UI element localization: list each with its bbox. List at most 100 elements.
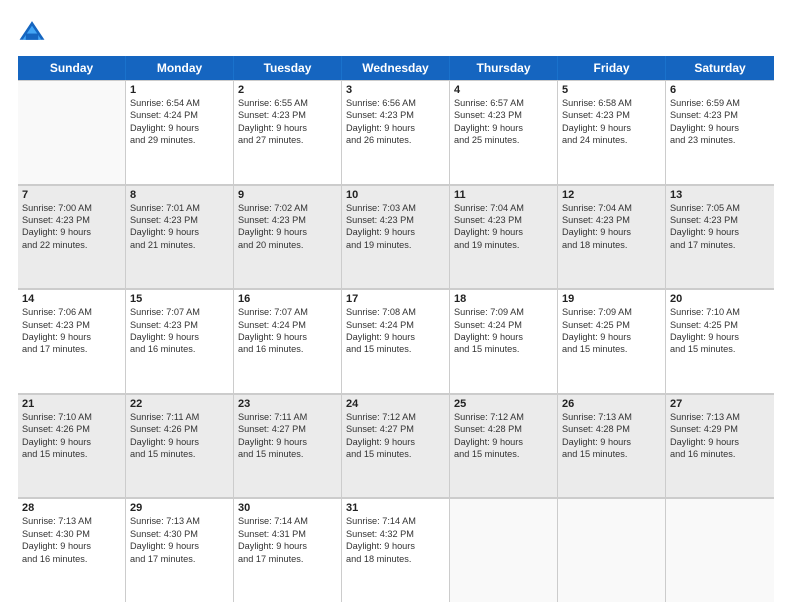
calendar-week-row: 21Sunrise: 7:10 AMSunset: 4:26 PMDayligh…	[18, 394, 774, 499]
cell-info-line: Sunrise: 6:56 AM	[346, 97, 445, 109]
cell-info-line: Sunset: 4:23 PM	[238, 214, 337, 226]
calendar-cell: 12Sunrise: 7:04 AMSunset: 4:23 PMDayligh…	[558, 185, 666, 289]
calendar-cell: 13Sunrise: 7:05 AMSunset: 4:23 PMDayligh…	[666, 185, 774, 289]
cell-info-line: Daylight: 9 hours	[22, 436, 121, 448]
day-number: 26	[562, 398, 661, 410]
calendar-week-row: 28Sunrise: 7:13 AMSunset: 4:30 PMDayligh…	[18, 498, 774, 602]
cell-info-line: Sunrise: 7:02 AM	[238, 202, 337, 214]
calendar-cell: 8Sunrise: 7:01 AMSunset: 4:23 PMDaylight…	[126, 185, 234, 289]
cell-info-line: Daylight: 9 hours	[22, 226, 121, 238]
day-number: 28	[22, 502, 121, 514]
cell-info-line: Sunset: 4:25 PM	[670, 319, 770, 331]
cell-info-line: Daylight: 9 hours	[670, 331, 770, 343]
cell-info-line: and 15 minutes.	[562, 448, 661, 460]
cell-info-line: Sunrise: 7:12 AM	[454, 411, 553, 423]
cell-info-line: Sunrise: 7:11 AM	[238, 411, 337, 423]
day-number: 21	[22, 398, 121, 410]
cell-info-line: Sunset: 4:32 PM	[346, 528, 445, 540]
cell-info-line: Sunset: 4:23 PM	[238, 109, 337, 121]
cell-info-line: Sunset: 4:24 PM	[238, 319, 337, 331]
calendar-cell: 7Sunrise: 7:00 AMSunset: 4:23 PMDaylight…	[18, 185, 126, 289]
cell-info-line: Sunset: 4:23 PM	[562, 109, 661, 121]
cell-info-line: and 29 minutes.	[130, 134, 229, 146]
day-number: 10	[346, 189, 445, 201]
day-number: 14	[22, 293, 121, 305]
cell-info-line: and 17 minutes.	[238, 553, 337, 565]
day-number: 24	[346, 398, 445, 410]
page: SundayMondayTuesdayWednesdayThursdayFrid…	[0, 0, 792, 612]
calendar-cell: 19Sunrise: 7:09 AMSunset: 4:25 PMDayligh…	[558, 289, 666, 393]
day-number: 5	[562, 84, 661, 96]
day-number: 1	[130, 84, 229, 96]
cell-info-line: Sunset: 4:26 PM	[130, 423, 229, 435]
cell-info-line: Daylight: 9 hours	[562, 226, 661, 238]
day-number: 13	[670, 189, 770, 201]
cell-info-line: Sunrise: 7:13 AM	[562, 411, 661, 423]
cell-info-line: and 18 minutes.	[346, 553, 445, 565]
weekday-header: Saturday	[666, 56, 774, 80]
cell-info-line: and 15 minutes.	[346, 343, 445, 355]
cell-info-line: Daylight: 9 hours	[562, 331, 661, 343]
cell-info-line: Sunset: 4:25 PM	[562, 319, 661, 331]
cell-info-line: Sunrise: 7:13 AM	[670, 411, 770, 423]
day-number: 27	[670, 398, 770, 410]
cell-info-line: Daylight: 9 hours	[130, 122, 229, 134]
day-number: 7	[22, 189, 121, 201]
weekday-header: Thursday	[450, 56, 558, 80]
cell-info-line: Sunset: 4:26 PM	[22, 423, 121, 435]
cell-info-line: and 17 minutes.	[130, 553, 229, 565]
cell-info-line: Sunrise: 7:11 AM	[130, 411, 229, 423]
calendar-cell	[558, 498, 666, 602]
cell-info-line: Sunrise: 7:12 AM	[346, 411, 445, 423]
cell-info-line: Sunrise: 7:14 AM	[346, 515, 445, 527]
cell-info-line: and 21 minutes.	[130, 239, 229, 251]
cell-info-line: Sunrise: 6:58 AM	[562, 97, 661, 109]
cell-info-line: and 15 minutes.	[670, 343, 770, 355]
cell-info-line: Daylight: 9 hours	[346, 331, 445, 343]
cell-info-line: Sunset: 4:23 PM	[670, 214, 770, 226]
day-number: 4	[454, 84, 553, 96]
calendar-cell: 18Sunrise: 7:09 AMSunset: 4:24 PMDayligh…	[450, 289, 558, 393]
cell-info-line: Sunset: 4:28 PM	[562, 423, 661, 435]
cell-info-line: Sunrise: 7:09 AM	[562, 306, 661, 318]
calendar-cell: 5Sunrise: 6:58 AMSunset: 4:23 PMDaylight…	[558, 80, 666, 184]
cell-info-line: Daylight: 9 hours	[238, 436, 337, 448]
day-number: 22	[130, 398, 229, 410]
cell-info-line: and 15 minutes.	[454, 343, 553, 355]
day-number: 16	[238, 293, 337, 305]
cell-info-line: Sunrise: 7:14 AM	[238, 515, 337, 527]
cell-info-line: Sunset: 4:23 PM	[562, 214, 661, 226]
day-number: 18	[454, 293, 553, 305]
cell-info-line: Sunrise: 7:10 AM	[22, 411, 121, 423]
day-number: 31	[346, 502, 445, 514]
cell-info-line: Sunrise: 7:01 AM	[130, 202, 229, 214]
calendar-cell	[450, 498, 558, 602]
calendar-cell	[666, 498, 774, 602]
weekday-header: Wednesday	[342, 56, 450, 80]
day-number: 11	[454, 189, 553, 201]
cell-info-line: Sunset: 4:23 PM	[22, 214, 121, 226]
cell-info-line: and 15 minutes.	[130, 448, 229, 460]
calendar-cell	[18, 80, 126, 184]
cell-info-line: Daylight: 9 hours	[454, 331, 553, 343]
calendar-cell: 25Sunrise: 7:12 AMSunset: 4:28 PMDayligh…	[450, 394, 558, 498]
cell-info-line: Daylight: 9 hours	[22, 540, 121, 552]
cell-info-line: and 15 minutes.	[22, 448, 121, 460]
header	[18, 18, 774, 46]
cell-info-line: Daylight: 9 hours	[454, 226, 553, 238]
calendar-cell: 16Sunrise: 7:07 AMSunset: 4:24 PMDayligh…	[234, 289, 342, 393]
cell-info-line: Sunrise: 7:09 AM	[454, 306, 553, 318]
calendar-cell: 17Sunrise: 7:08 AMSunset: 4:24 PMDayligh…	[342, 289, 450, 393]
cell-info-line: Sunrise: 7:05 AM	[670, 202, 770, 214]
day-number: 29	[130, 502, 229, 514]
calendar-week-row: 7Sunrise: 7:00 AMSunset: 4:23 PMDaylight…	[18, 185, 774, 290]
cell-info-line: and 24 minutes.	[562, 134, 661, 146]
cell-info-line: and 17 minutes.	[22, 343, 121, 355]
cell-info-line: Daylight: 9 hours	[670, 436, 770, 448]
day-number: 20	[670, 293, 770, 305]
day-number: 3	[346, 84, 445, 96]
day-number: 12	[562, 189, 661, 201]
calendar-cell: 14Sunrise: 7:06 AMSunset: 4:23 PMDayligh…	[18, 289, 126, 393]
calendar-cell: 24Sunrise: 7:12 AMSunset: 4:27 PMDayligh…	[342, 394, 450, 498]
calendar-cell: 29Sunrise: 7:13 AMSunset: 4:30 PMDayligh…	[126, 498, 234, 602]
